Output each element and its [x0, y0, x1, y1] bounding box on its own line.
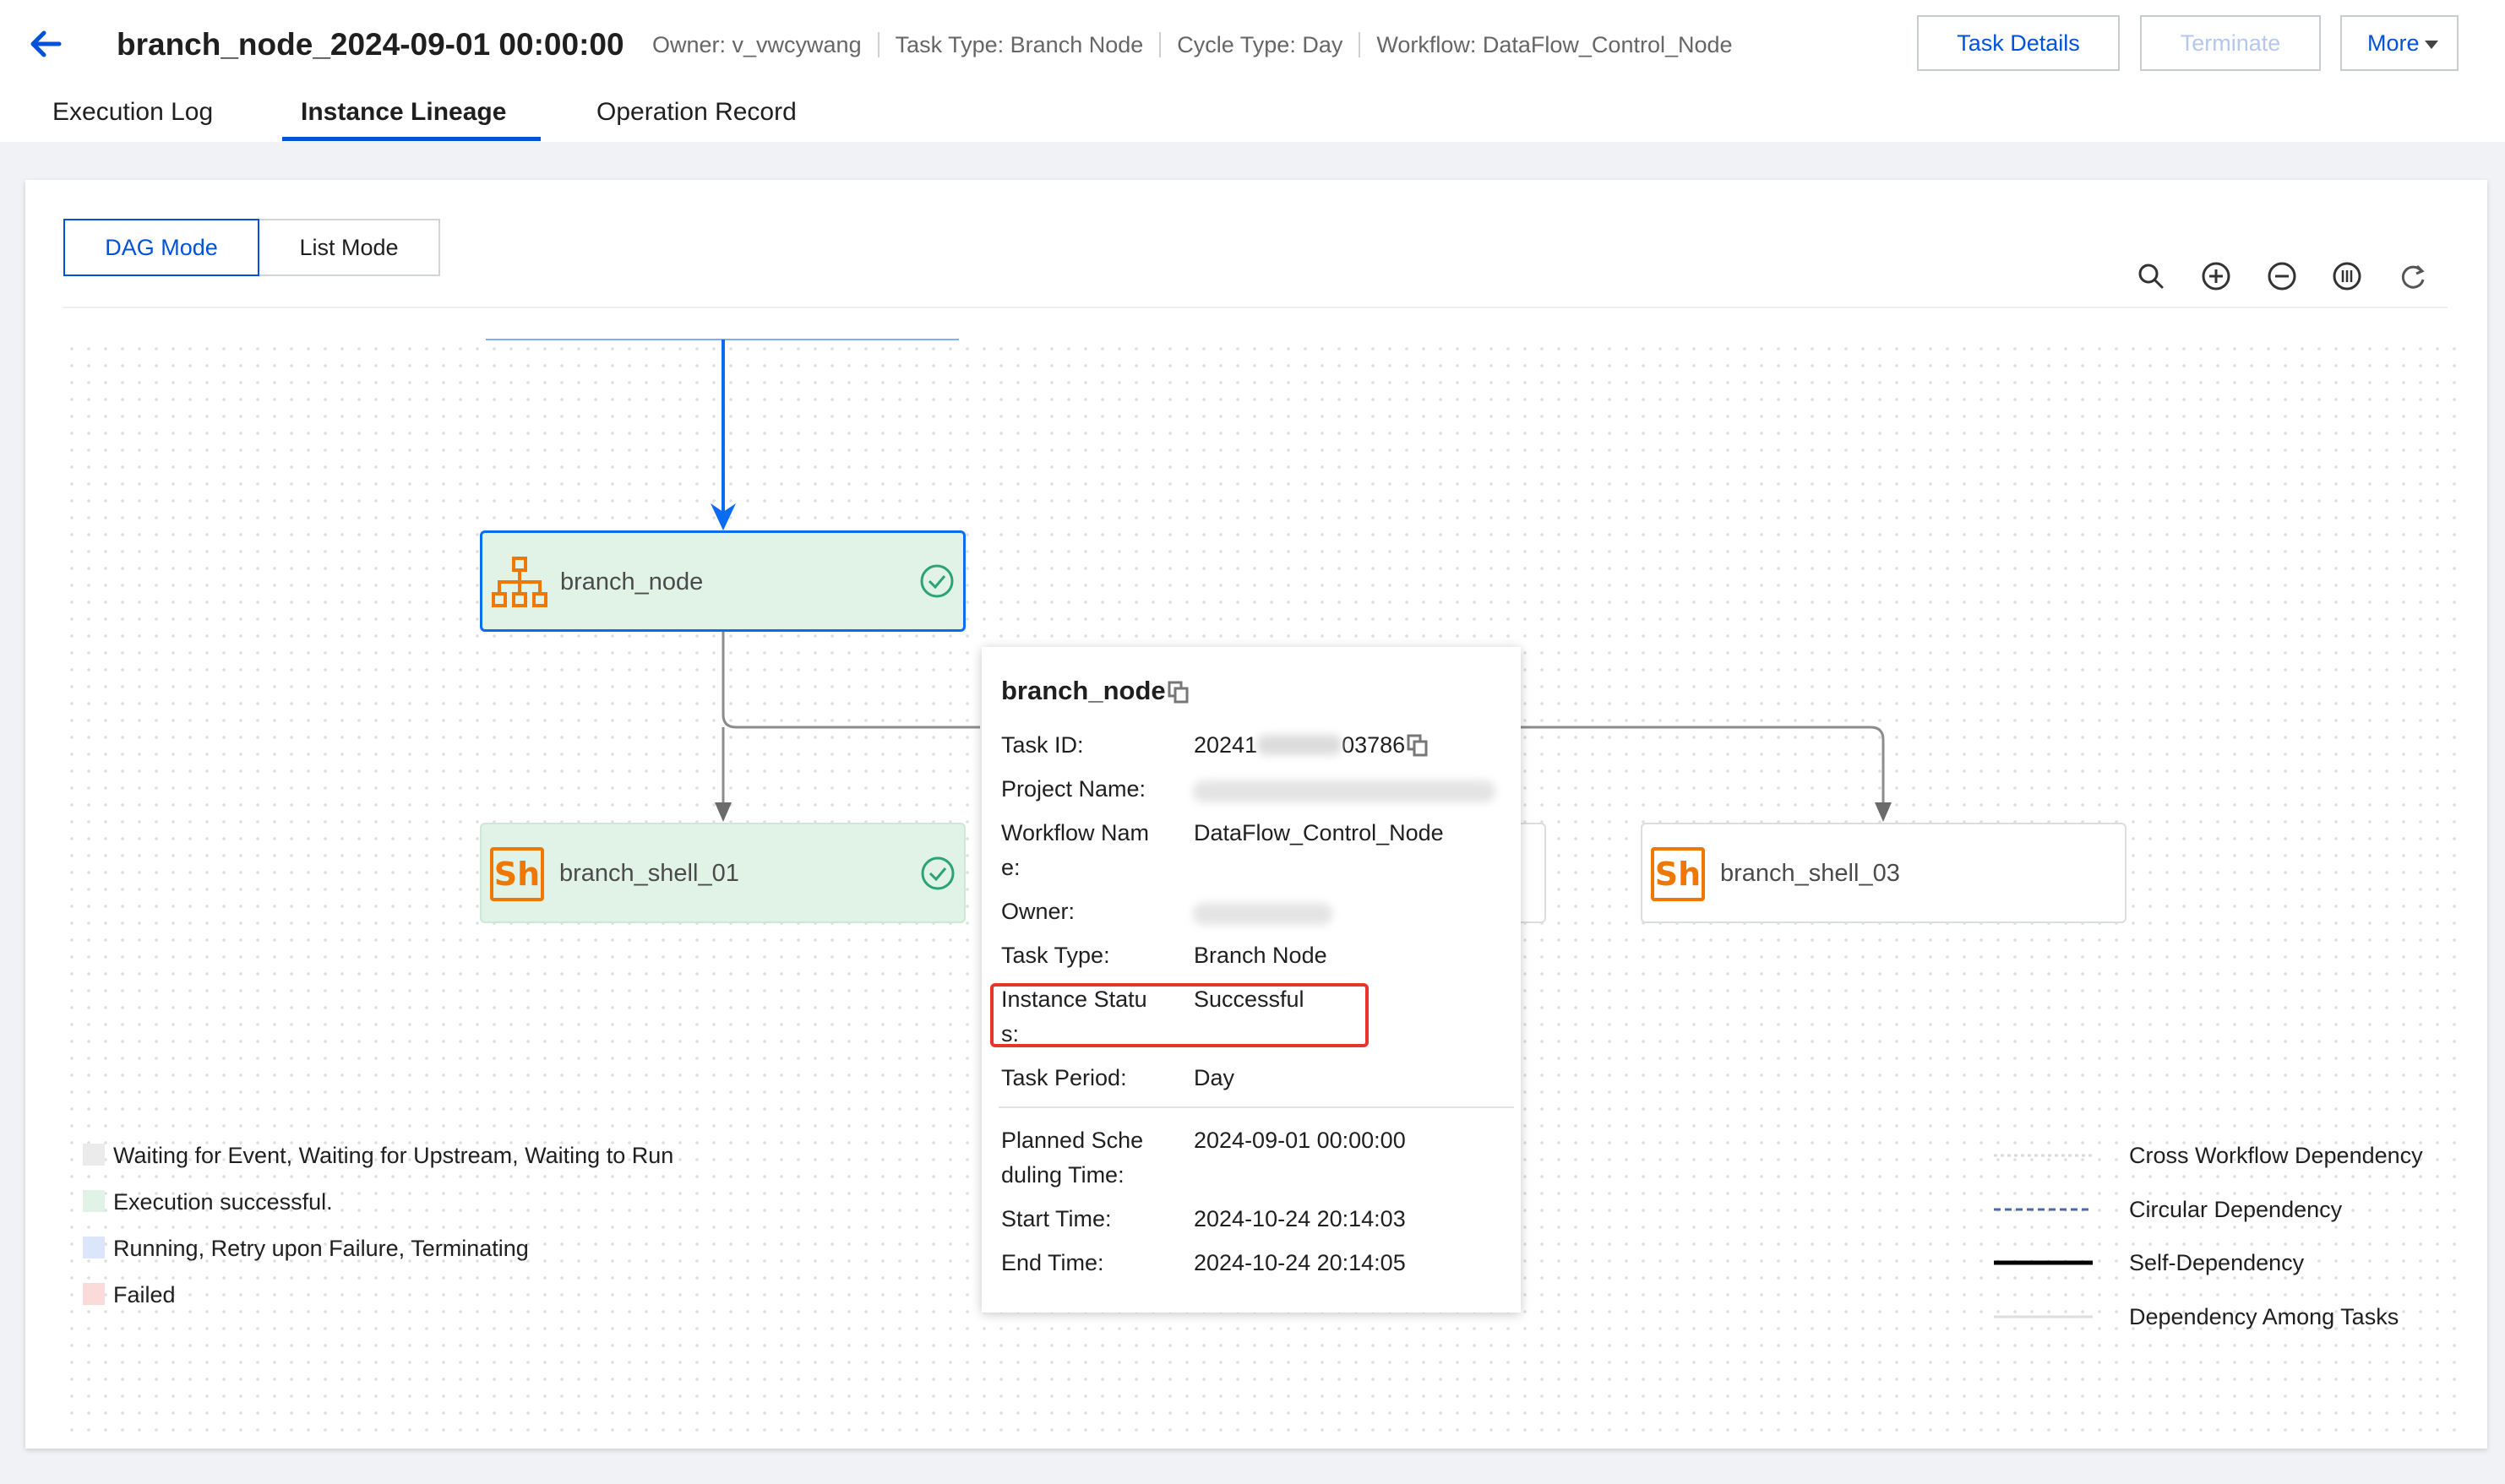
popup-divider: [999, 1106, 1514, 1108]
task-type-value: Branch Node: [1194, 943, 1327, 968]
redacted-owner: [1193, 903, 1332, 925]
legend-swatch-running: [83, 1237, 105, 1258]
task-id-label: Task ID:: [1001, 732, 1084, 758]
copy-icon[interactable]: [1407, 734, 1429, 758]
workflow-name-value: DataFlow_Control_Node: [1194, 820, 1444, 845]
task-id-value: 20241 03786: [1194, 728, 1429, 763]
success-check-icon: [920, 564, 954, 598]
popup-title-text: branch_node: [1001, 676, 1166, 705]
instance-status-value: Successful: [1194, 987, 1304, 1012]
planned-time-label-line2: duling Time:: [1001, 1162, 1125, 1188]
owner-label: Owner:: [1001, 899, 1076, 924]
instance-status-label-line2: s:: [1001, 1021, 1020, 1046]
task-id-prefix: 20241: [1194, 732, 1258, 758]
node-label: branch_node: [560, 568, 704, 595]
workflow-name-label-line2: e:: [1001, 855, 1021, 880]
instance-status-label-line1: Instance Statu: [1001, 987, 1147, 1012]
dag-node-branch-node[interactable]: branch_node: [480, 530, 966, 632]
end-time-label: End Time:: [1001, 1250, 1104, 1275]
dag-mode-button[interactable]: DAG Mode: [63, 219, 259, 276]
task-id-suffix: 03786: [1342, 732, 1406, 758]
planned-time-label-line1: Planned Sche: [1001, 1128, 1144, 1153]
project-name-label: Project Name:: [1001, 776, 1146, 802]
legend-swatch-success: [83, 1190, 105, 1212]
start-time-label: Start Time:: [1001, 1206, 1112, 1231]
legend-label: Cross Workflow Dependency: [2129, 1143, 2423, 1168]
task-period-label: Task Period:: [1001, 1065, 1127, 1090]
search-icon[interactable]: [2132, 258, 2170, 295]
refresh-icon[interactable]: [2394, 258, 2431, 295]
planned-time-value: 2024-09-01 00:00:00: [1194, 1128, 1406, 1153]
arrowhead: [1875, 802, 1892, 822]
zoom-in-icon[interactable]: [2197, 258, 2235, 295]
legend-label: Dependency Among Tasks: [2129, 1304, 2399, 1329]
branch-edge: [722, 632, 980, 729]
legend-label: Waiting for Event, Waiting for Upstream,…: [113, 1143, 674, 1168]
zoom-out-icon[interactable]: [2263, 258, 2301, 295]
popup-title: branch_node: [1001, 672, 1190, 709]
shell-icon: Sh: [1651, 847, 1705, 901]
shell-icon: Sh: [490, 847, 544, 901]
legend-label: Circular Dependency: [2129, 1197, 2343, 1222]
planned-time-label: Planned Sche duling Time:: [1001, 1123, 1191, 1193]
instance-status-label: Instance Statu s:: [1001, 982, 1191, 1052]
node-label: branch_shell_03: [1720, 860, 1900, 887]
branch-icon: [492, 557, 547, 607]
copy-icon[interactable]: [1168, 681, 1190, 704]
line-legend-samples: [1994, 1154, 2093, 1318]
dag-node-branch-shell-01[interactable]: Sh branch_shell_01: [480, 823, 966, 923]
fit-view-icon[interactable]: [2328, 258, 2366, 295]
redacted-block: [1257, 735, 1342, 755]
redacted-project-name: [1193, 780, 1495, 802]
node-label: branch_shell_01: [559, 860, 739, 887]
workflow-name-label: Workflow Nam e:: [1001, 816, 1191, 885]
legend-label: Running, Retry upon Failure, Terminating: [113, 1236, 529, 1261]
end-time-value: 2024-10-24 20:14:05: [1194, 1250, 1406, 1275]
task-period-value: Day: [1194, 1065, 1235, 1090]
legend-swatch-waiting: [83, 1144, 105, 1166]
legend-label: Failed: [113, 1282, 176, 1307]
legend-swatch-failed: [83, 1283, 105, 1305]
legend-label: Self-Dependency: [2129, 1250, 2305, 1275]
node-detail-popup: branch_node Task ID: 20241 03786 Project …: [982, 647, 1521, 1313]
workflow-name-label-line1: Workflow Nam: [1001, 820, 1150, 845]
start-time-value: 2024-10-24 20:14:03: [1194, 1206, 1406, 1231]
branch-edge-right: [1521, 726, 1885, 811]
success-check-icon: [921, 856, 955, 890]
arrowhead: [715, 802, 732, 822]
dag-node-branch-shell-03[interactable]: Sh branch_shell_03: [1641, 823, 2127, 923]
task-type-label: Task Type:: [1001, 943, 1110, 968]
legend-label: Execution successful.: [113, 1189, 333, 1215]
